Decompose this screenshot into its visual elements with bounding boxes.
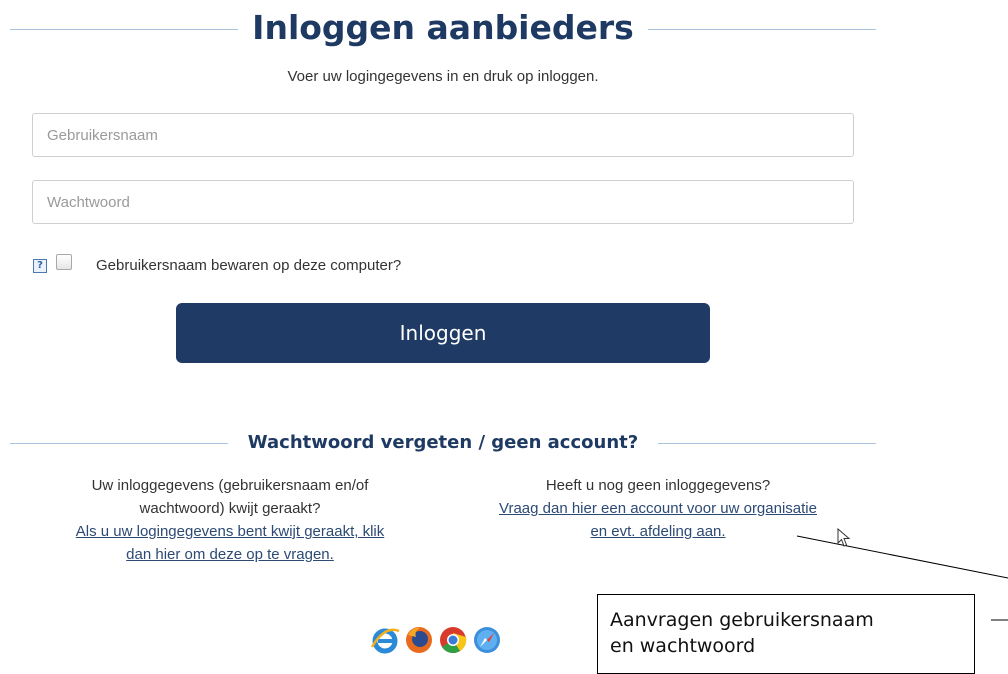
- annotation-pointer-line: [796, 535, 1008, 621]
- annotation-callout: Aanvragen gebruikersnaam en wachtwoord: [597, 594, 975, 674]
- annotation-line-2: en wachtwoord: [610, 635, 756, 657]
- annotation-line-1: Aanvragen gebruikersnaam: [610, 609, 874, 631]
- mouse-cursor-icon: [837, 528, 851, 547]
